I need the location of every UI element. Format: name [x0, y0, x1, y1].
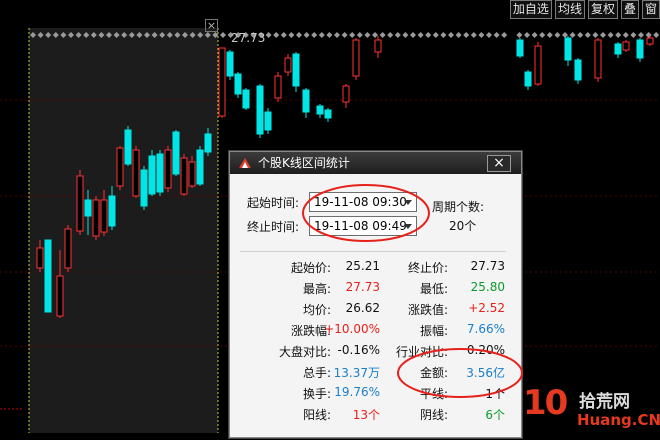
stat-label: 均价:: [302, 303, 331, 317]
candle-body: [108, 195, 116, 227]
stat-value: 25.80: [470, 280, 505, 294]
dialog-title-bar[interactable]: 个股K线区间统计 ×: [230, 152, 521, 174]
candle-body: [524, 71, 532, 87]
moving-average-button[interactable]: 均线: [554, 0, 585, 19]
candle-body: [164, 149, 172, 189]
candle-body: [324, 109, 332, 119]
stat-value: 26.62: [345, 301, 380, 315]
high-price-label: 27.73: [231, 31, 266, 45]
stat-value: 13.37万: [333, 366, 380, 380]
candle-body: [56, 275, 64, 317]
adjust-price-button[interactable]: 复权: [587, 0, 618, 19]
candle-body: [374, 39, 382, 53]
candle-body: [646, 37, 654, 45]
candle-body: [274, 75, 282, 99]
period-count-value: 20个: [449, 219, 477, 233]
stat-value: 27.73: [470, 259, 505, 273]
candle-body: [100, 199, 108, 233]
candle-body: [316, 105, 324, 115]
candle-body: [76, 175, 84, 232]
candle-body: [564, 37, 572, 61]
candle-body: [234, 73, 242, 95]
candle-body: [256, 85, 264, 135]
stat-value: -0.16%: [337, 343, 380, 357]
candle-body: [594, 39, 602, 79]
candle-body: [292, 53, 300, 87]
stat-label: 最高:: [302, 282, 331, 296]
candle-body: [242, 89, 250, 109]
candle-body: [156, 153, 164, 193]
candle-body: [218, 47, 226, 117]
selection-close-icon[interactable]: ×: [205, 19, 218, 32]
candle-body: [140, 169, 148, 207]
stat-value: 7.66%: [466, 322, 505, 336]
stat-value: 6个: [485, 408, 505, 422]
selected-range-area: [29, 28, 218, 433]
app-logo-icon: [239, 158, 251, 168]
stat-label: 涨跌值:: [407, 303, 448, 317]
candle-body: [116, 147, 124, 187]
candle-body: [172, 131, 180, 175]
candle-body: [148, 155, 156, 195]
add-watchlist-button[interactable]: 加自选: [509, 0, 552, 19]
candle-body: [64, 228, 72, 269]
candle-body: [124, 129, 132, 165]
candle-body: [226, 51, 234, 77]
candle-body: [264, 111, 272, 131]
site-watermark-logo: 10 拾荒网 Huang.CN: [523, 383, 660, 437]
candle-body: [92, 199, 100, 237]
stat-label: 振幅:: [419, 324, 448, 338]
candle-body: [180, 157, 188, 195]
candle-body: [44, 239, 52, 313]
period-count-label: 周期个数:: [432, 200, 485, 214]
stat-label: 终止价:: [407, 261, 448, 275]
stat-label: 大盘对比:: [278, 345, 331, 359]
stat-value: 19.76%: [334, 385, 380, 399]
stat-value: +2.52: [468, 301, 505, 315]
candle-body: [516, 39, 524, 57]
candle-body: [574, 59, 582, 81]
range-stats-dialog: 个股K线区间统计 × 起始时间: 19-11-08 09:30 终止时间: 19…: [229, 151, 523, 438]
limit-up-markers: [30, 32, 660, 38]
candle-body: [284, 57, 292, 73]
close-icon[interactable]: ×: [487, 155, 511, 172]
stat-value: 25.21: [345, 259, 380, 273]
candle-body: [622, 41, 630, 51]
candle-body: [352, 39, 360, 77]
annotation-circle: [302, 184, 430, 242]
candle-body: [614, 43, 622, 55]
candle-body: [36, 247, 44, 269]
watermark-number: 10: [523, 383, 568, 423]
stat-label: 最低:: [419, 282, 448, 296]
end-time-label: 终止时间:: [247, 220, 300, 234]
stat-value: 27.73: [345, 280, 380, 294]
stat-value: 13个: [352, 408, 380, 422]
start-time-label: 起始时间:: [247, 196, 300, 210]
overlay-button[interactable]: 叠: [620, 0, 639, 19]
candle-body: [204, 133, 212, 153]
toolbar: 加自选 均线 复权 叠 窗: [506, 0, 660, 19]
window-button[interactable]: 窗: [641, 0, 660, 19]
candle-body: [132, 149, 140, 197]
stat-label: 阳线:: [302, 408, 331, 422]
candle-body: [342, 85, 350, 103]
candle-body: [196, 149, 204, 185]
dialog-title: 个股K线区间统计: [258, 156, 350, 170]
watermark-cn: 拾荒网: [579, 392, 630, 412]
stat-label: 换手:: [302, 387, 331, 401]
divider: [240, 251, 506, 252]
candle-body: [84, 199, 92, 217]
candle-body: [302, 89, 310, 113]
stat-value: +10.00%: [324, 322, 380, 336]
stat-label: 阴线:: [419, 408, 448, 422]
stat-label: 起始价:: [290, 261, 331, 275]
candle-body: [636, 39, 644, 59]
annotation-circle: [397, 348, 523, 398]
candle-body: [534, 45, 542, 85]
candle-body: [188, 161, 196, 187]
watermark-en: Huang.CN: [577, 411, 660, 429]
stat-label: 总手:: [302, 366, 331, 380]
